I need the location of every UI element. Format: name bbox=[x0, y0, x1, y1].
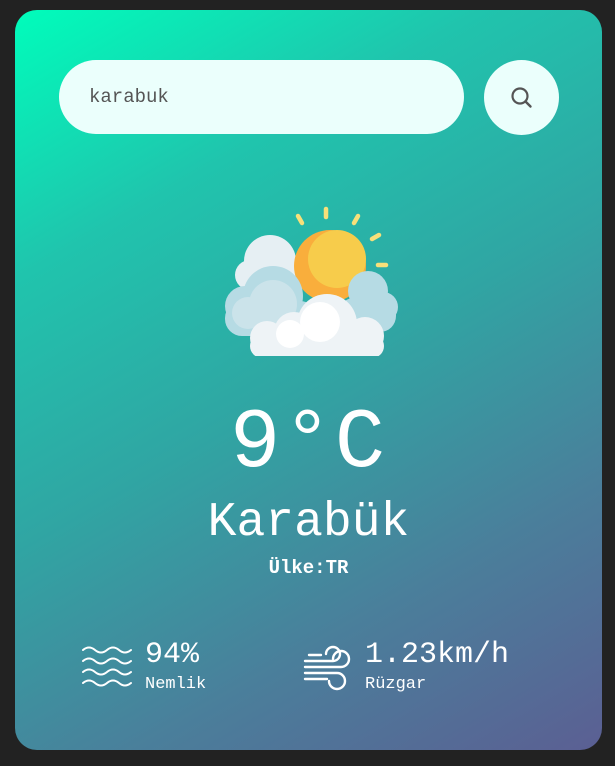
wind-icon bbox=[301, 641, 353, 693]
country-code: Ülke:TR bbox=[268, 557, 349, 579]
wind-label: Rüzgar bbox=[365, 675, 427, 694]
search-icon bbox=[509, 85, 535, 111]
humidity-value: 94% bbox=[145, 638, 200, 672]
wind-detail: 1.23km/h Rüzgar bbox=[301, 638, 509, 696]
wind-value: 1.23km/h bbox=[365, 638, 510, 672]
city-name: Karabük bbox=[207, 496, 410, 550]
humidity-waves-icon bbox=[81, 642, 133, 692]
humidity-label: Nemlik bbox=[145, 675, 207, 694]
humidity-detail: 94% Nemlik bbox=[81, 638, 206, 696]
temperature-value: 9°C bbox=[229, 397, 388, 492]
search-button[interactable] bbox=[484, 60, 559, 135]
weather-card: 9°C Karabük Ülke:TR 94% Nemlik bbox=[15, 10, 602, 750]
search-input[interactable] bbox=[59, 60, 464, 134]
partly-cloudy-sun-icon bbox=[220, 206, 398, 358]
